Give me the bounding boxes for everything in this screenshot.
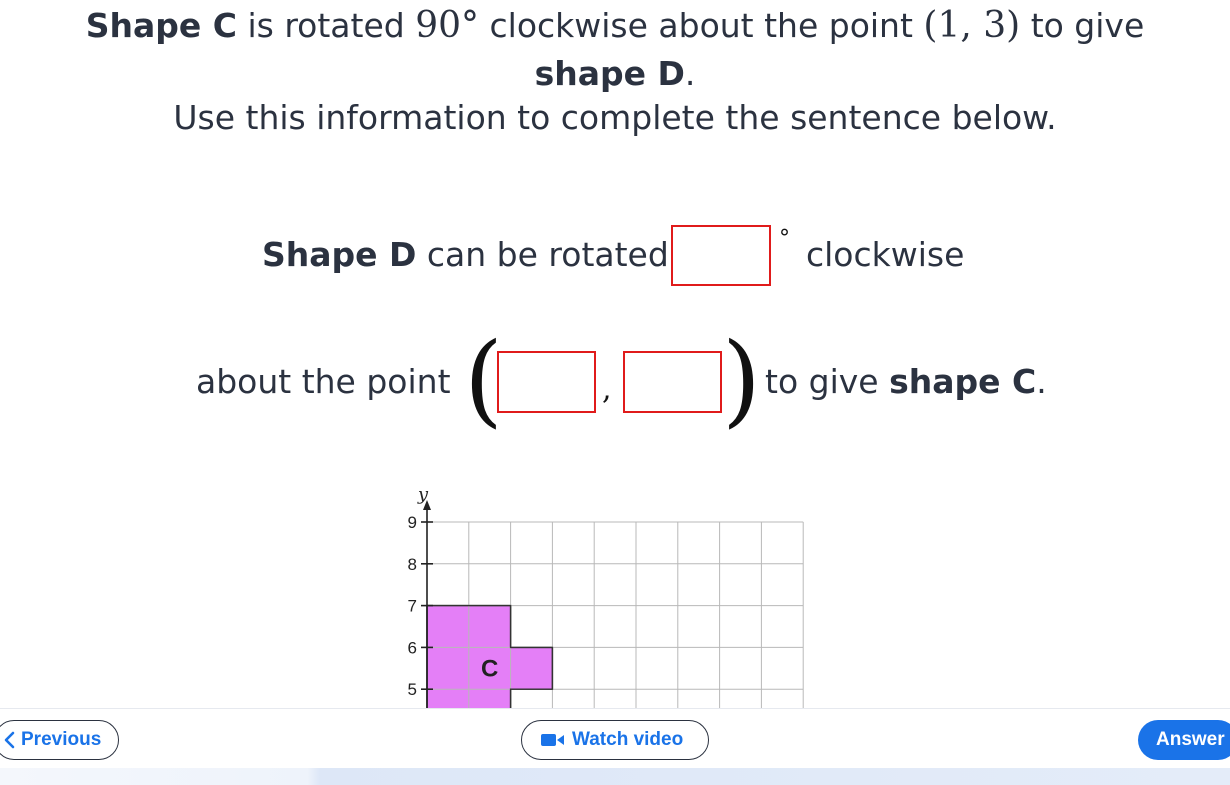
- previous-label: Previous: [21, 729, 102, 750]
- coordinate-grid: 9 8 7 6 5 y C: [408, 484, 804, 708]
- y-tick-label: 5: [408, 680, 417, 699]
- previous-button[interactable]: Previous: [0, 720, 119, 760]
- y-tick-label: 8: [408, 555, 417, 574]
- y-tick-label: 7: [408, 597, 417, 616]
- shape-c-label-text: C: [481, 655, 498, 682]
- y-tick-label: 6: [408, 638, 417, 657]
- watch-video-button[interactable]: Watch video: [521, 720, 709, 760]
- footer-divider: [0, 708, 1230, 709]
- video-camera-icon: [540, 732, 566, 748]
- watch-video-label: Watch video: [572, 729, 684, 750]
- bottom-band: [0, 768, 1230, 785]
- answer-label: Answer: [1156, 729, 1225, 750]
- chevron-left-icon: [3, 729, 17, 751]
- coordinate-grid-area: 9 8 7 6 5 y C: [0, 0, 1230, 708]
- answer-button[interactable]: Answer: [1138, 720, 1230, 760]
- y-axis-label: y: [417, 484, 429, 505]
- y-tick-label: 9: [408, 513, 417, 532]
